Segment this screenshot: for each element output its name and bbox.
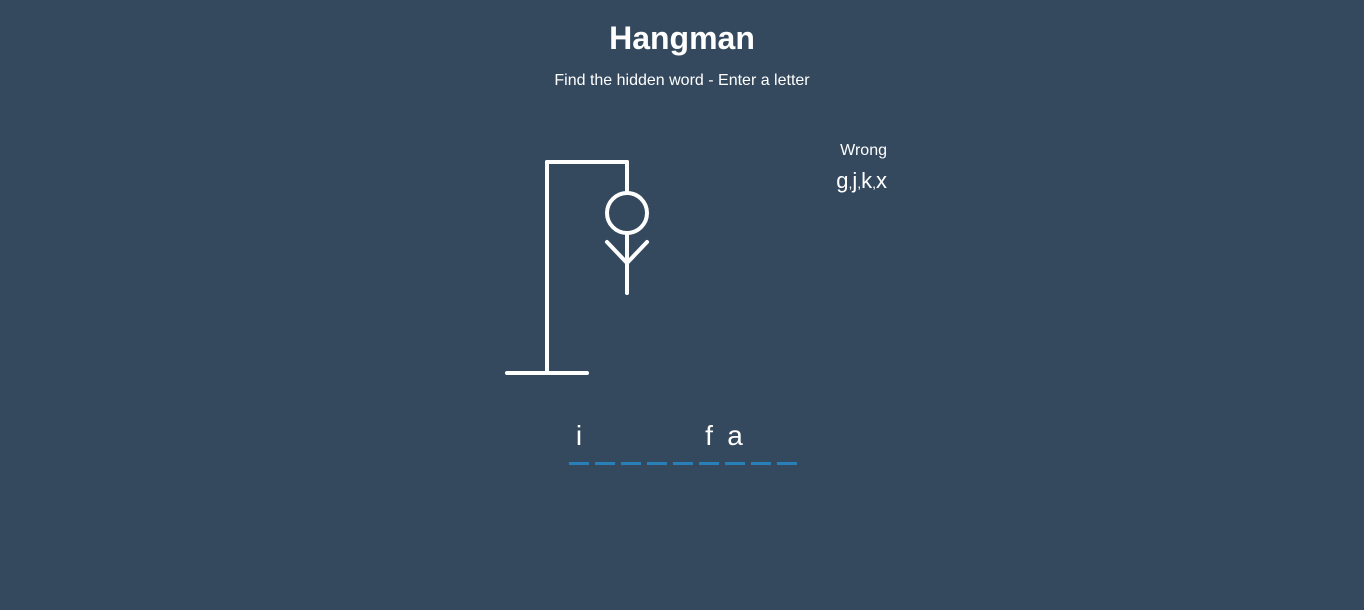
hangman-drawing	[505, 160, 649, 375]
wrong-label: Wrong	[840, 142, 887, 159]
figure-left-arm	[605, 240, 629, 265]
wrong-letters-panel: Wrong g,j,k,x	[836, 142, 887, 196]
hidden-word: i f a	[566, 418, 800, 465]
hangman-figure	[505, 160, 655, 376]
word-letter-slot: f	[699, 418, 719, 465]
wrong-letters-list: g,j,k,x	[836, 168, 887, 196]
wrong-letter: g	[836, 168, 849, 193]
word-letter-slot	[595, 418, 615, 465]
word-letter-slot	[751, 418, 771, 465]
word-letter-slot	[777, 418, 797, 465]
wrong-letter: k	[861, 168, 873, 193]
game-title: Hangman	[609, 20, 755, 56]
word-letter-slot	[673, 418, 693, 465]
figure-head	[605, 191, 649, 235]
wrong-letter: x	[876, 168, 887, 193]
figure-right-arm	[625, 240, 649, 265]
word-letter-slot	[621, 418, 641, 465]
word-letter-slot: a	[725, 418, 745, 465]
game-subtitle: Find the hidden word - Enter a letter	[554, 72, 810, 89]
word-letter-slot	[647, 418, 667, 465]
word-letter-slot: i	[569, 418, 589, 465]
